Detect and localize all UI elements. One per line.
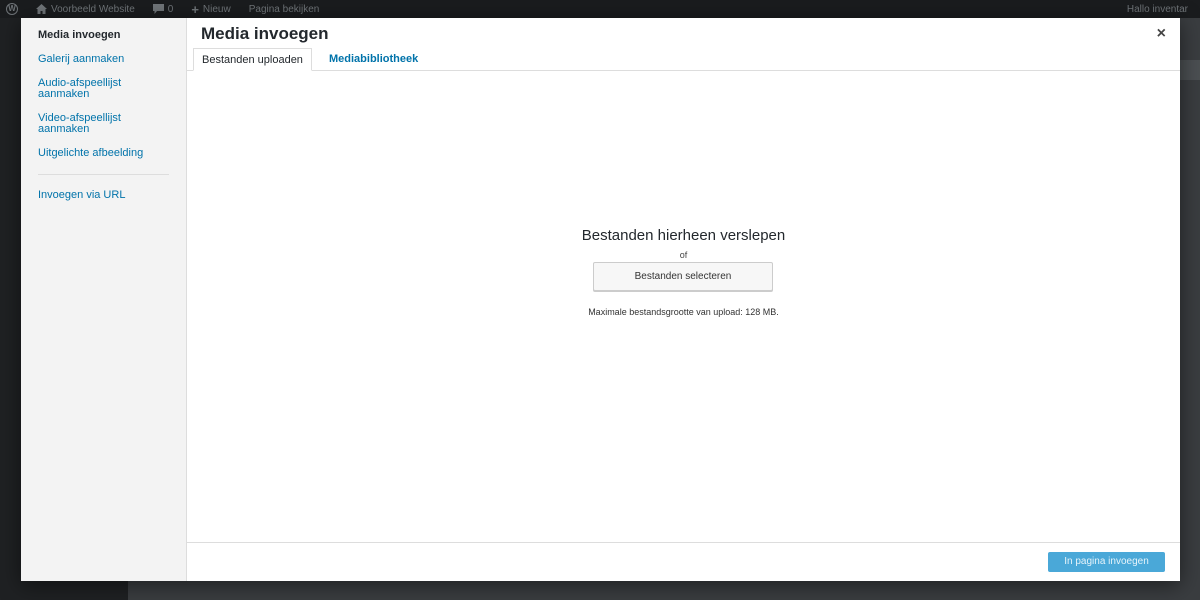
menu-item-create-gallery[interactable]: Galerij aanmaken	[21, 51, 186, 68]
drop-or-text: of	[679, 250, 688, 260]
comment-icon	[152, 4, 164, 14]
tab-media-library[interactable]: Mediabibliotheek	[321, 48, 426, 70]
upload-drop-zone[interactable]: Bestanden hierheen verslepen of Bestande…	[187, 71, 1180, 543]
comments-count: 0	[167, 3, 174, 15]
media-router: Bestanden uploaden Mediabibliotheek	[187, 48, 1180, 71]
menu-item-featured-image[interactable]: Uitgelichte afbeelding	[21, 145, 186, 162]
insert-into-page-button[interactable]: In pagina invoegen	[1048, 552, 1165, 572]
max-upload-size: Maximale bestandsgrootte van upload: 128…	[588, 307, 779, 317]
media-toolbar: In pagina invoegen	[187, 542, 1180, 581]
comments-link[interactable]: 0	[149, 3, 174, 15]
home-icon	[36, 4, 47, 14]
close-icon[interactable]: ×	[1157, 25, 1166, 43]
new-label: Nieuw	[202, 3, 231, 15]
admin-bar: W Voorbeeld Website 0 + Nieuw Pagina bek…	[0, 0, 1200, 18]
site-name: Voorbeeld Website	[51, 3, 135, 15]
wordpress-icon: W	[6, 3, 18, 15]
media-modal: Media invoegen Galerij aanmaken Audio-af…	[21, 18, 1180, 581]
media-menu: Media invoegen Galerij aanmaken Audio-af…	[21, 18, 187, 581]
menu-item-insert-from-url[interactable]: Invoegen via URL	[21, 187, 186, 204]
view-page-link[interactable]: Pagina bekijken	[245, 4, 320, 15]
plus-icon: +	[191, 1, 199, 17]
tab-upload-files[interactable]: Bestanden uploaden	[193, 48, 312, 71]
modal-title: Media invoegen	[201, 24, 329, 43]
greeting: Hallo inventar	[1126, 3, 1188, 15]
new-content-link[interactable]: + Nieuw	[187, 2, 230, 17]
account-menu[interactable]: Hallo inventar	[1123, 4, 1188, 15]
admin-background-element	[1178, 60, 1200, 80]
menu-item-video-playlist[interactable]: Video-afspeellijst aanmaken	[21, 110, 165, 138]
wordpress-logo[interactable]: W	[6, 3, 18, 15]
view-page-label: Pagina bekijken	[248, 3, 320, 15]
menu-item-audio-playlist[interactable]: Audio-afspeellijst aanmaken	[21, 75, 165, 103]
menu-item-insert-media[interactable]: Media invoegen	[21, 27, 186, 44]
drop-title: Bestanden hierheen verslepen	[581, 227, 786, 244]
site-name-link[interactable]: Voorbeeld Website	[32, 4, 135, 15]
select-files-button[interactable]: Bestanden selecteren	[593, 262, 773, 291]
menu-separator	[38, 174, 169, 175]
